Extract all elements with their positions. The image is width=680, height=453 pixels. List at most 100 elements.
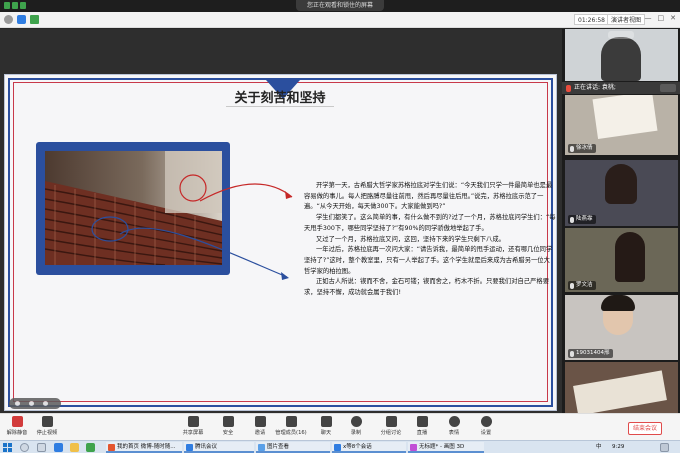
file-explorer-icon[interactable] bbox=[70, 443, 79, 452]
mic-icon bbox=[570, 216, 574, 223]
taskbar-task-chats[interactable]: x等8个会话 bbox=[332, 442, 406, 453]
taskbar-task-tencent-meeting[interactable]: 腾讯会议 bbox=[184, 442, 254, 453]
paragraph-3: 又过了一个月，苏格拉底又问，这回，坚持下来的学生只剩下八成。 bbox=[316, 235, 505, 243]
task-view-icon[interactable] bbox=[37, 443, 46, 452]
more-tool-icon[interactable] bbox=[29, 401, 34, 406]
windows-taskbar: 我的首页 微博-随时随... 腾讯会议 图片查看 x等8个会话 无标题* - 画… bbox=[0, 440, 680, 453]
participant-name: 19031404邢 bbox=[576, 350, 610, 356]
speaking-indicator: 正在讲话: 袁桃; bbox=[562, 82, 680, 94]
participant-name: 陆燕霏 bbox=[576, 216, 593, 222]
paint3d-icon bbox=[410, 444, 417, 451]
stop-video-label: 停止视频 bbox=[36, 430, 58, 436]
participant-tile[interactable]: 罗文洁 bbox=[565, 228, 678, 292]
participant-tile[interactable] bbox=[565, 362, 678, 413]
taskbar-clock[interactable]: 9:29 bbox=[612, 442, 624, 453]
collapse-tool-icon[interactable] bbox=[43, 401, 48, 406]
meeting-controls-bar: 解除静音 停止视频 共享屏幕 安全 邀请 管理成员(16) 聊天 录制 分组讨论… bbox=[0, 413, 680, 440]
participant-tile[interactable]: 陆燕霏 bbox=[565, 160, 678, 226]
invite-icon bbox=[254, 416, 266, 427]
search-icon[interactable] bbox=[20, 443, 29, 452]
tencent-meeting-icon bbox=[186, 444, 193, 451]
emoji-label: 表情 bbox=[448, 430, 460, 436]
slide-story-text: 开学第一天，古希腊大哲学家苏格拉底对学生们说：“今天我们只学一件最简单也是最容易… bbox=[304, 181, 556, 299]
share-screen-label: 共享屏幕 bbox=[182, 430, 204, 436]
security-label: 安全 bbox=[222, 430, 234, 436]
close-button[interactable]: ✕ bbox=[670, 14, 676, 22]
network-signal-icon bbox=[4, 2, 26, 9]
paragraph-5: 正如古人所说：锲而不舍，金石可镂；锲而舍之，朽木不折。只要我们对自己严格要求，坚… bbox=[304, 278, 549, 297]
participant-figure bbox=[601, 37, 641, 81]
notification-icon[interactable] bbox=[660, 443, 669, 452]
screen-share-notice-bar: 您正在观看和锁住的屏幕 bbox=[0, 0, 680, 12]
edge-browser-icon[interactable] bbox=[54, 443, 63, 452]
task-label: 我的首页 微博-随时随... bbox=[117, 444, 176, 450]
meeting-timer: 01:26:58 bbox=[574, 14, 609, 25]
windows-start-icon[interactable] bbox=[3, 443, 12, 452]
speaker-view-button[interactable]: 演讲者视图 bbox=[607, 14, 646, 25]
video-icon bbox=[41, 416, 53, 427]
shared-screen-area: 关于刻苦和坚持 开学第一天，古希腊大哲学家苏格拉底对学生们说：“今天我们只学一件… bbox=[0, 29, 562, 413]
participant-hair bbox=[601, 295, 635, 311]
input-language[interactable]: 中 bbox=[596, 442, 602, 453]
paragraph-1: 开学第一天，古希腊大哲学家苏格拉底对学生们说：“今天我们只学一件最简单也是最容易… bbox=[304, 182, 553, 211]
meeting-window: 您正在观看和锁住的屏幕 01:26:58 演讲者视图 — □ ✕ 关于刻苦和坚持 bbox=[0, 0, 680, 453]
info-icon[interactable] bbox=[4, 15, 13, 24]
weibo-icon bbox=[108, 444, 115, 451]
speaking-mic-icon bbox=[566, 84, 571, 92]
shield-icon[interactable] bbox=[17, 15, 26, 24]
paragraph-4: 一年过后，苏格拉底再一次问大家：“请告诉我，最简单的甩手运动，还有哪几位同学坚持… bbox=[304, 246, 553, 275]
viewing-notice: 您正在观看和锁住的屏幕 bbox=[296, 0, 384, 11]
breakout-label: 分组讨论 bbox=[380, 430, 402, 436]
signal-icon[interactable] bbox=[30, 15, 39, 24]
annotation-tools-bar[interactable] bbox=[9, 398, 61, 409]
speaking-label: 正在讲话: 袁桃; bbox=[574, 84, 616, 91]
taskbar-task-weibo[interactable]: 我的首页 微博-随时随... bbox=[106, 442, 182, 453]
chat-label: 聊天 bbox=[320, 430, 332, 436]
settings-label: 设置 bbox=[480, 430, 492, 436]
minimize-button[interactable]: — bbox=[645, 14, 652, 22]
settings-icon bbox=[480, 416, 492, 427]
invite-label: 邀请 bbox=[254, 430, 266, 436]
participant-tile[interactable]: 19031404邢 bbox=[565, 295, 678, 360]
shield-icon bbox=[222, 416, 234, 427]
task-label: x等8个会话 bbox=[343, 444, 372, 450]
chat-app-icon bbox=[334, 444, 341, 451]
manage-members-label: 管理成员(16) bbox=[275, 430, 307, 436]
end-meeting-button[interactable]: 结束会议 bbox=[628, 422, 662, 435]
paper-notes-image bbox=[573, 370, 667, 413]
unmute-label: 解除静音 bbox=[6, 430, 28, 436]
photo-viewer-icon bbox=[258, 444, 265, 451]
mic-icon bbox=[570, 282, 574, 289]
speaking-controls[interactable] bbox=[660, 84, 676, 92]
task-label: 无标题* - 画图 3D bbox=[419, 444, 465, 450]
emoji-icon bbox=[448, 416, 460, 427]
wechat-icon[interactable] bbox=[86, 443, 95, 452]
live-icon bbox=[416, 416, 428, 427]
paragraph-2: 学生们都笑了。这么简单的事，有什么做不到的?过了一个月，苏格拉底问学生们：“每天… bbox=[304, 214, 556, 232]
stop-video-button[interactable]: 停止视频 bbox=[26, 416, 68, 436]
share-screen-icon bbox=[187, 416, 199, 427]
settings-button[interactable]: 设置 bbox=[465, 416, 507, 436]
mic-icon bbox=[570, 350, 574, 357]
pen-tool-icon[interactable] bbox=[15, 401, 20, 406]
task-label: 腾讯会议 bbox=[195, 444, 218, 450]
gallery-collapse-handle[interactable] bbox=[608, 31, 634, 39]
taskbar-task-paint3d[interactable]: 无标题* - 画图 3D bbox=[408, 442, 484, 453]
maximize-button[interactable]: □ bbox=[658, 14, 665, 22]
chat-icon bbox=[320, 416, 332, 427]
participant-figure bbox=[615, 232, 645, 282]
participant-tile[interactable]: 徐冰倩 bbox=[565, 95, 678, 155]
taskbar-task-photo-viewer[interactable]: 图片查看 bbox=[256, 442, 330, 453]
participant-name: 罗文洁 bbox=[576, 282, 593, 288]
mic-muted-icon bbox=[11, 416, 23, 427]
participant-name: 徐冰倩 bbox=[576, 145, 593, 151]
record-icon bbox=[350, 416, 362, 427]
paper-notes-image bbox=[592, 95, 658, 139]
live-label: 直播 bbox=[416, 430, 428, 436]
record-label: 录制 bbox=[350, 430, 362, 436]
mic-icon bbox=[570, 145, 574, 152]
task-label: 图片查看 bbox=[267, 444, 290, 450]
breakout-icon bbox=[385, 416, 397, 427]
members-icon bbox=[285, 416, 297, 427]
participant-figure bbox=[605, 164, 637, 204]
